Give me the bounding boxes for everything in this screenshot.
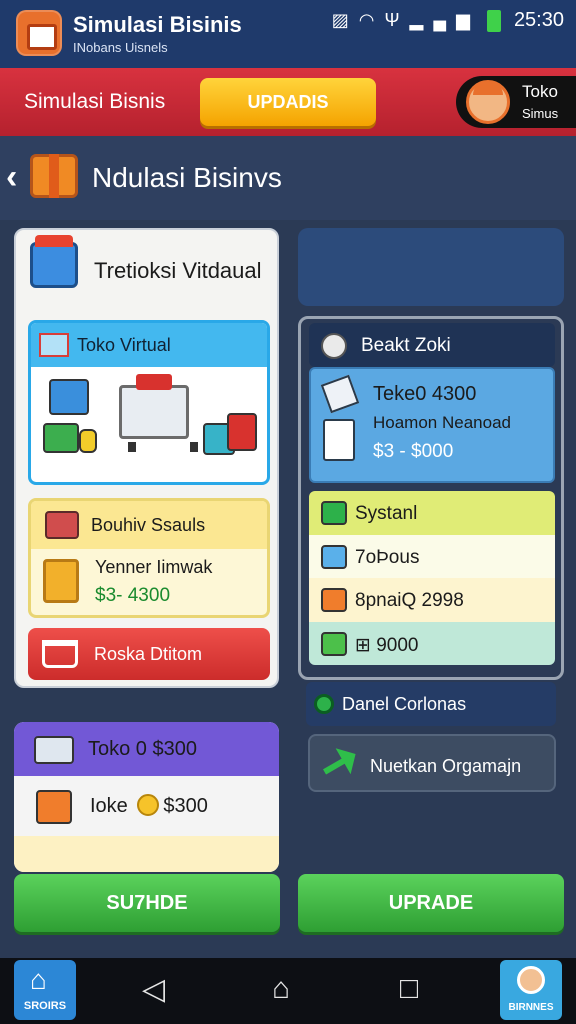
- offer-row[interactable]: Toko 0 $300: [14, 722, 279, 776]
- card-title: Toko Virtual: [77, 335, 171, 355]
- cart-button-label: Roska Dtitom: [94, 644, 203, 664]
- signal-icon: ▂▄▆: [409, 10, 480, 30]
- shop-sublabel: Simus: [522, 106, 559, 121]
- cube-icon: [321, 544, 347, 569]
- store-price: Teke0 4300: [373, 383, 477, 405]
- wifi-icon: ◠: [358, 10, 385, 30]
- stats-list: Systanl 7oÞous 8pnaiQ 2998 ⊞ 9000: [309, 491, 555, 665]
- back-triangle-icon[interactable]: ◁: [142, 972, 165, 1007]
- app-title: Simulasi Bisinis: [73, 12, 242, 37]
- card-header: Bouhiv Ssauls: [31, 501, 267, 549]
- promote-label: Nuetkan Orgamajn: [370, 756, 522, 776]
- page-title-bar: ‹ Ndulasi Bisinvs: [0, 136, 576, 220]
- status-time: 25:30: [513, 9, 564, 31]
- store-range: $3 - $000: [373, 441, 454, 462]
- blue-box-icon: [49, 379, 89, 415]
- home-tab[interactable]: ⌂ SROIRS: [14, 960, 76, 1020]
- store-info-card[interactable]: Teke0 4300 Hoamon Neanoad $3 - $000: [309, 367, 555, 483]
- ribbon-label: Danel Corlonas: [342, 694, 467, 714]
- app-shop-icon: [16, 10, 62, 56]
- navigation-bar: ⌂ SROIRS ◁ ⌂ □ BIRNNES: [0, 958, 576, 1024]
- battery-icon: [487, 10, 501, 32]
- virtual-store-card[interactable]: Toko Virtual: [28, 320, 270, 485]
- bundle-price: $3- 4300: [95, 585, 171, 606]
- update-button[interactable]: UPDADIS: [200, 78, 376, 126]
- crate-icon: [36, 790, 72, 824]
- home-icon: ⌂: [30, 964, 47, 995]
- status-bar: Simulasi Bisinis INobans Uisnels ▨◠Ψ▂▄▆ …: [0, 0, 576, 68]
- recents-square-icon[interactable]: □: [400, 972, 418, 1006]
- offer-row-empty: [14, 836, 279, 872]
- shopping-cart-icon: [119, 374, 198, 452]
- offer-row[interactable]: Ioke $300: [14, 776, 279, 836]
- store-offers-panel: Toko 0 $300 Ioke $300: [14, 722, 279, 872]
- list-item[interactable]: 8pnaiQ 2998: [309, 578, 555, 622]
- list-item[interactable]: 7oÞous: [309, 534, 555, 578]
- document-icon: [323, 419, 355, 461]
- cardboard-box-icon: [43, 559, 79, 603]
- profile-tab-label: BIRNNES: [508, 1002, 554, 1013]
- list-item-label: 8pnaiQ 2998: [355, 590, 464, 611]
- app-header: Simulasi Bisnis UPDADIS Toko Simus: [0, 68, 576, 136]
- panel-title: Tretioksi Vitdaual: [94, 258, 262, 283]
- chest-icon: [45, 511, 79, 539]
- list-item[interactable]: Systanl: [309, 491, 555, 535]
- header-title: Simulasi Bisnis: [24, 90, 166, 113]
- green-arrow-icon: [317, 741, 363, 785]
- offer-label: Ioke $300: [90, 794, 208, 818]
- bundle-card[interactable]: Bouhiv Ssauls Yenner Iimwak $3- 4300: [28, 498, 270, 618]
- sim-icon: ▨: [331, 10, 359, 30]
- home-tab-label: SROIRS: [23, 1000, 67, 1012]
- page-title: Ndulasi Bisinvs: [92, 162, 282, 193]
- coins-icon: [321, 333, 347, 359]
- list-item[interactable]: ⊞ 9000: [309, 621, 555, 665]
- red-box-icon: [227, 413, 257, 451]
- panel-header: Beakt Zoki: [309, 323, 555, 367]
- offer-name: Ioke: [90, 795, 128, 817]
- list-item-label: ⊞ 9000: [355, 634, 419, 656]
- business-stats-panel: Beakt Zoki Teke0 4300 Hoamon Neanoad $3 …: [298, 316, 564, 680]
- box-icon: [30, 154, 78, 198]
- right-top-panel: [298, 228, 564, 306]
- list-item-label: Systanl: [355, 503, 418, 524]
- shop-stand-icon: [30, 235, 78, 288]
- bundle-description: Yenner Iimwak: [95, 557, 213, 577]
- brand-ribbon[interactable]: Danel Corlonas: [306, 682, 556, 726]
- basket-icon: [42, 640, 78, 668]
- panel-title: Beakt Zoki: [361, 335, 451, 356]
- profile-avatar-icon: [517, 966, 545, 994]
- machine-icon: [34, 736, 74, 764]
- left-action-button[interactable]: SU7HDE: [14, 874, 280, 932]
- status-icon: [321, 501, 347, 525]
- shop-label: Toko: [522, 82, 558, 101]
- card-title: Bouhiv Ssauls: [91, 515, 206, 535]
- green-box-icon: [43, 423, 79, 453]
- badge-icon: [314, 694, 334, 714]
- app-subtitle: INobans Uisnels: [73, 40, 168, 55]
- virtual-store-panel: Tretioksi Vitdaual Toko Virtual Bouhiv S…: [14, 228, 279, 688]
- hammer-icon: [320, 374, 360, 414]
- store-name: Hoamon Neanoad: [373, 413, 511, 432]
- antenna-icon: Ψ: [384, 10, 410, 30]
- upgrade-button[interactable]: UPRADE: [298, 874, 564, 932]
- coin-icon: [137, 794, 160, 816]
- green-box-icon: [321, 631, 347, 656]
- orange-box-icon: [321, 588, 347, 612]
- offer-label: Toko 0 $300: [88, 738, 197, 760]
- promote-button[interactable]: Nuetkan Orgamajn: [308, 734, 556, 792]
- profile-tab[interactable]: BIRNNES: [500, 960, 562, 1020]
- shop-profile-button[interactable]: Toko Simus: [456, 76, 576, 128]
- back-chevron-icon[interactable]: ‹: [6, 158, 17, 197]
- cart-button[interactable]: Roska Dtitom: [28, 628, 270, 680]
- grid-icon: [39, 333, 69, 357]
- offer-price: $300: [163, 795, 208, 817]
- card-header: Toko Virtual: [31, 323, 267, 367]
- home-button-icon[interactable]: ⌂: [272, 972, 290, 1006]
- yellow-jar-icon: [79, 429, 97, 453]
- shopkeeper-avatar: [466, 80, 510, 124]
- list-item-label: 7oÞous: [355, 546, 420, 568]
- status-icons: ▨◠Ψ▂▄▆: [332, 10, 480, 31]
